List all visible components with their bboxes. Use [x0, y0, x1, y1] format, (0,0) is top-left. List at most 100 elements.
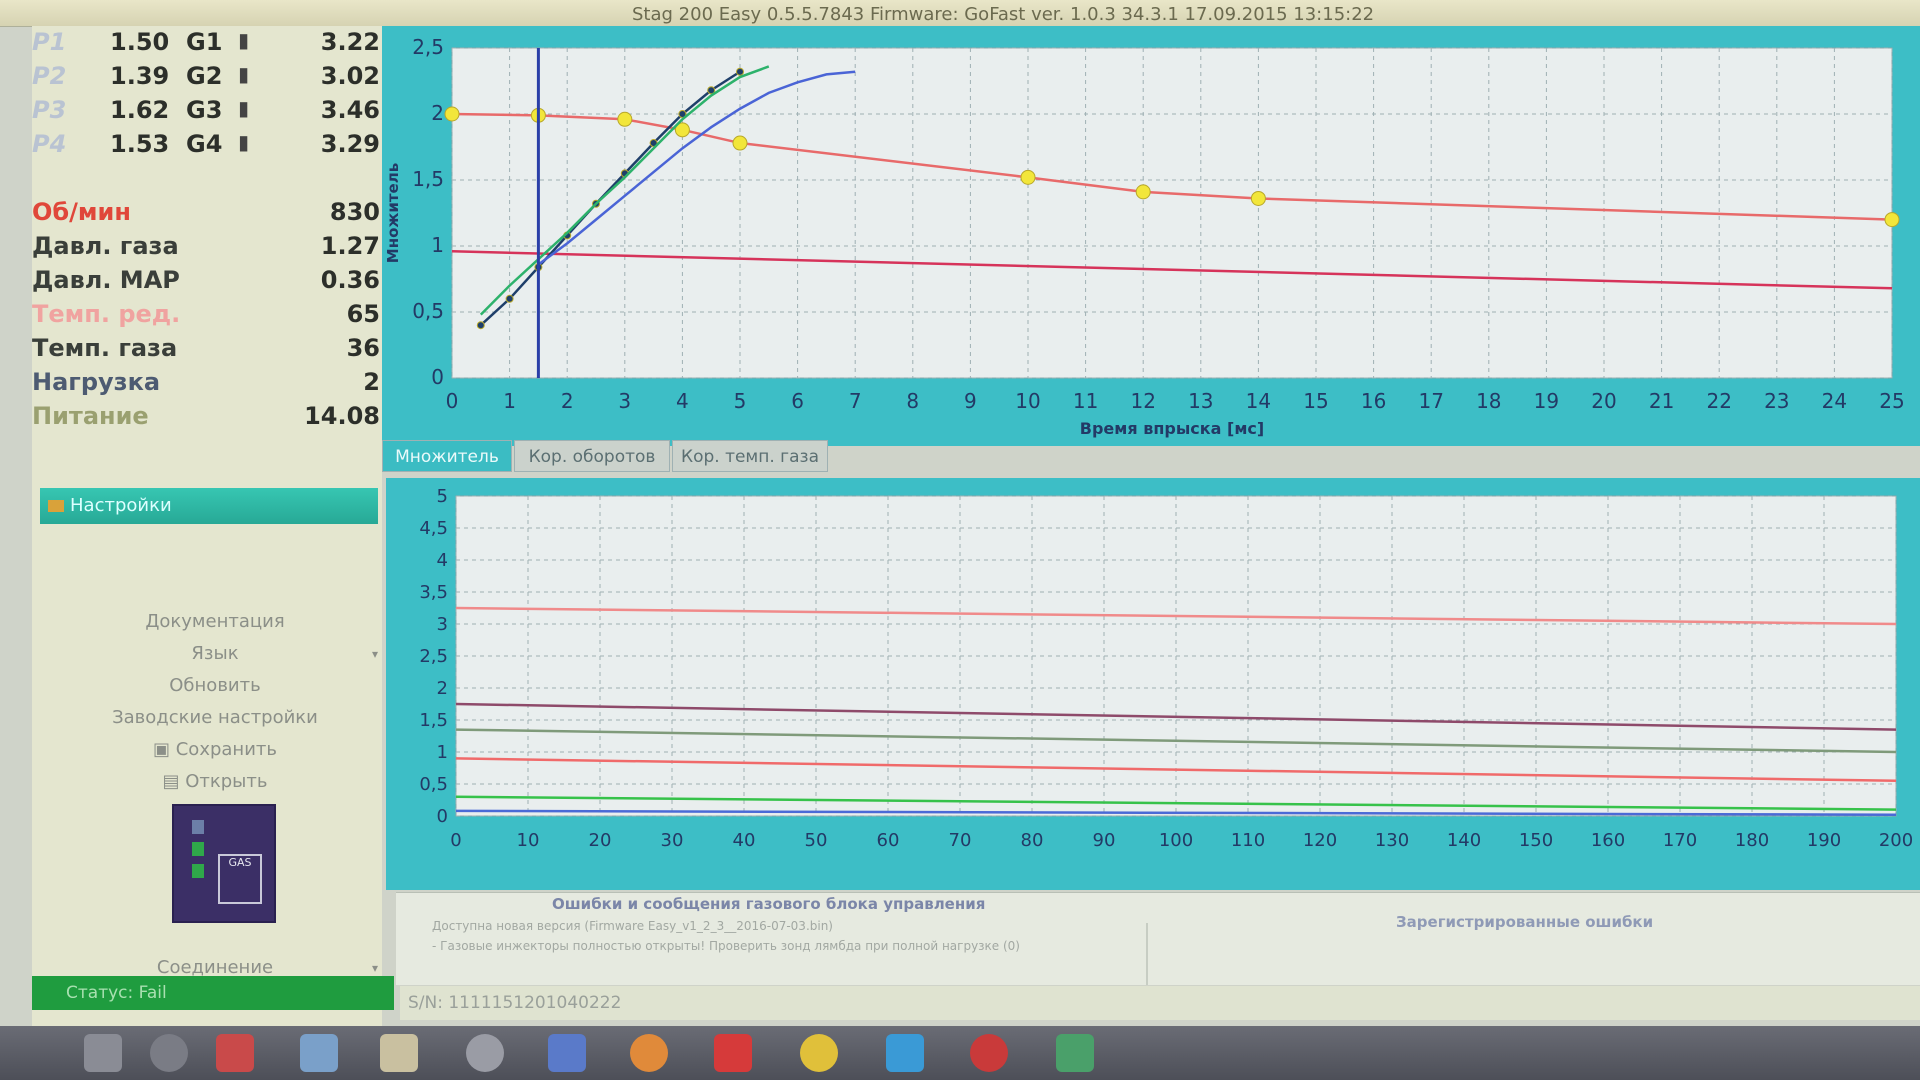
sensor-row-2: P2 1.39 G2 ▮ 3.02: [32, 62, 382, 94]
x-tick-label: 1: [503, 389, 516, 413]
multiplier-chart[interactable]: 0 1 2 3 4 5 6 7 8 9 10 11 12 13 14 15 16 17 18 19 20 21 22 23 24…: [382, 26, 1920, 446]
param-row: Нагрузка 2: [32, 368, 382, 400]
x-tick-label: 120: [1303, 830, 1337, 851]
param-row: Темп. газа 36: [32, 334, 382, 366]
param-value: 14.08: [304, 402, 380, 430]
settings-header[interactable]: Настройки: [40, 488, 378, 524]
x-tick-label: 70: [949, 830, 972, 851]
sensor-g-label: G3: [186, 96, 223, 124]
save-icon: ▣: [153, 739, 176, 760]
x-tick-label: 150: [1519, 830, 1553, 851]
y-tick-label: 1,5: [412, 167, 444, 191]
status-text: Статус: Fail: [66, 983, 167, 1003]
sensor-p-label: P1: [32, 28, 67, 56]
history-chart[interactable]: 0 10 20 30 40 50 60 70 80 90 100 110 120 130 140 150 160…: [386, 478, 1920, 890]
chrome-icon[interactable]: [800, 1034, 838, 1072]
x-tick-label: 160: [1591, 830, 1625, 851]
opera-icon[interactable]: [970, 1034, 1008, 1072]
param-label: Об/мин: [32, 198, 131, 226]
menu-factory-settings[interactable]: Заводские настройки: [50, 704, 380, 732]
menu-documentation[interactable]: Документация: [50, 608, 380, 636]
x-tick-label: 110: [1231, 830, 1265, 851]
x-tick-label: 10: [517, 830, 540, 851]
data-point: [1250, 190, 1266, 206]
sensor-g-value: 3.22: [320, 28, 380, 56]
logo-bar: [192, 864, 204, 878]
tab-multiplier[interactable]: Множитель: [382, 440, 512, 472]
sensor-p-value: 1.39: [110, 62, 170, 90]
param-row: Питание 14.08: [32, 402, 382, 434]
x-tick-label: 8: [906, 389, 919, 413]
errors-panel: Ошибки и сообщения газового блока управл…: [396, 892, 1920, 985]
y-tick-label: 4,5: [419, 518, 448, 539]
injector-icon: ▮: [238, 96, 250, 120]
param-label: Давл. газа: [32, 232, 179, 260]
gas-logo-text: GAS: [228, 856, 252, 869]
x-tick-label: 9: [964, 389, 977, 413]
y-tick-label: 2,5: [412, 35, 444, 59]
browser-icon[interactable]: [300, 1034, 338, 1072]
x-tick-label: 10: [1015, 389, 1040, 413]
param-row: Об/мин 830: [32, 198, 382, 230]
x-tick-label: 130: [1375, 830, 1409, 851]
app-icon[interactable]: [886, 1034, 924, 1072]
injector-icon: ▮: [238, 28, 250, 52]
y-tick-label: 1,5: [419, 710, 448, 731]
x-tick-label: 12: [1130, 389, 1155, 413]
x-tick-label: 200: [1879, 830, 1913, 851]
param-value: 2: [363, 368, 380, 396]
history-chart-panel: 0 10 20 30 40 50 60 70 80 90 100 110 120 130 140 150 160…: [386, 478, 1920, 890]
x-tick-label: 80: [1021, 830, 1044, 851]
multiplier-chart-panel: 0 1 2 3 4 5 6 7 8 9 10 11 12 13 14 15 16 17 18 19 20 21 22 23 24…: [382, 26, 1920, 446]
error-message: - Газовые инжекторы полностью открыты! П…: [432, 939, 1020, 953]
x-tick-label: 11: [1073, 389, 1098, 413]
tab-gas-temp-correction[interactable]: Кор. темп. газа: [672, 440, 828, 472]
window-title: Stag 200 Easy 0.5.5.7843 Firmware: GoFas…: [632, 4, 1375, 25]
tab-rpm-correction[interactable]: Кор. оборотов: [514, 440, 670, 472]
y-tick-label: 3,5: [419, 582, 448, 603]
x-tick-label: 6: [791, 389, 804, 413]
x-tick-label: 60: [877, 830, 900, 851]
app-icon[interactable]: [630, 1034, 668, 1072]
x-tick-label: 15: [1303, 389, 1328, 413]
y-tick-label: 0: [437, 806, 448, 827]
data-point: [505, 294, 514, 303]
data-point: [732, 135, 748, 151]
search-icon[interactable]: [150, 1034, 188, 1072]
menu-update[interactable]: Обновить: [50, 672, 380, 700]
start-icon[interactable]: [84, 1034, 122, 1072]
microphone-icon[interactable]: [216, 1034, 254, 1072]
logo-bar: [192, 842, 204, 856]
data-point: [736, 67, 744, 76]
x-tick-label: 50: [805, 830, 828, 851]
serial-number-bar: S/N: 1111151201040222: [400, 986, 1920, 1020]
menu-language-label: Язык: [191, 643, 239, 664]
x-tick-label: 21: [1649, 389, 1674, 413]
folder-icon[interactable]: [380, 1034, 418, 1072]
stag-app-icon[interactable]: [1056, 1034, 1094, 1072]
x-tick-label: 2: [561, 389, 574, 413]
settings-header-label: Настройки: [70, 495, 172, 516]
x-tick-label: 190: [1807, 830, 1841, 851]
param-value: 36: [346, 334, 380, 362]
x-tick-label: 0: [450, 830, 461, 851]
x-tick-label: 23: [1764, 389, 1789, 413]
x-tick-label: 170: [1663, 830, 1697, 851]
error-message: Доступна новая версия (Firmware Easy_v1_…: [432, 919, 833, 933]
menu-language[interactable]: Язык ▾: [50, 640, 380, 668]
x-tick-label: 180: [1735, 830, 1769, 851]
menu-open[interactable]: ▤ Открыть: [50, 768, 380, 796]
param-label: Темп. газа: [32, 334, 178, 362]
registered-errors-header: Зарегистрированные ошибки: [1396, 913, 1654, 931]
status-bar: Статус: Fail: [32, 976, 394, 1010]
yandex-icon[interactable]: [714, 1034, 752, 1072]
app-icon[interactable]: [466, 1034, 504, 1072]
y-tick-label: 0: [431, 365, 444, 389]
y-tick-label: 2: [437, 678, 448, 699]
sensor-p-value: 1.53: [110, 130, 170, 158]
app-icon[interactable]: [548, 1034, 586, 1072]
x-tick-label: 20: [1591, 389, 1616, 413]
y-tick-label: 5: [437, 486, 448, 507]
gas-logo-box: GAS: [218, 854, 262, 904]
menu-save[interactable]: ▣ Сохранить: [50, 736, 380, 764]
